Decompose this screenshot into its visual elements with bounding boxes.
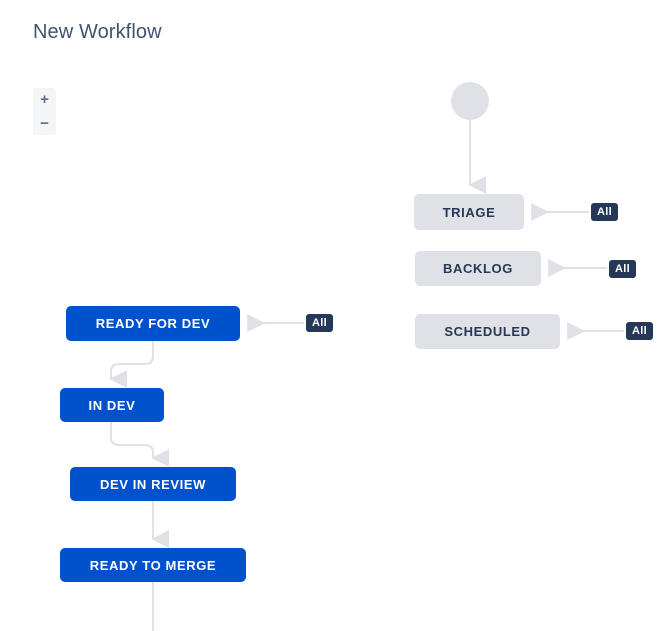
status-node-backlog[interactable]: BACKLOG — [415, 251, 541, 286]
transition-badge-all-to-backlog[interactable]: All — [609, 260, 636, 278]
connector-ready-for-dev-to-in-dev — [109, 341, 154, 388]
workflow-canvas[interactable]: TRIAGE BACKLOG SCHEDULED READY FOR DEV I… — [0, 0, 672, 631]
transition-badge-all-to-triage[interactable]: All — [591, 203, 618, 221]
status-node-ready-to-merge[interactable]: READY TO MERGE — [60, 548, 246, 582]
start-node[interactable] — [451, 82, 489, 120]
status-node-triage[interactable]: TRIAGE — [414, 194, 524, 230]
connector-in-dev-to-dev-in-review — [110, 422, 170, 467]
status-node-ready-for-dev[interactable]: READY FOR DEV — [66, 306, 240, 341]
status-node-scheduled[interactable]: SCHEDULED — [415, 314, 560, 349]
status-node-dev-in-review[interactable]: DEV IN REVIEW — [70, 467, 236, 501]
status-node-in-dev[interactable]: IN DEV — [60, 388, 164, 422]
transition-badge-all-to-ready-for-dev[interactable]: All — [306, 314, 333, 332]
transition-badge-all-to-scheduled[interactable]: All — [626, 322, 653, 340]
